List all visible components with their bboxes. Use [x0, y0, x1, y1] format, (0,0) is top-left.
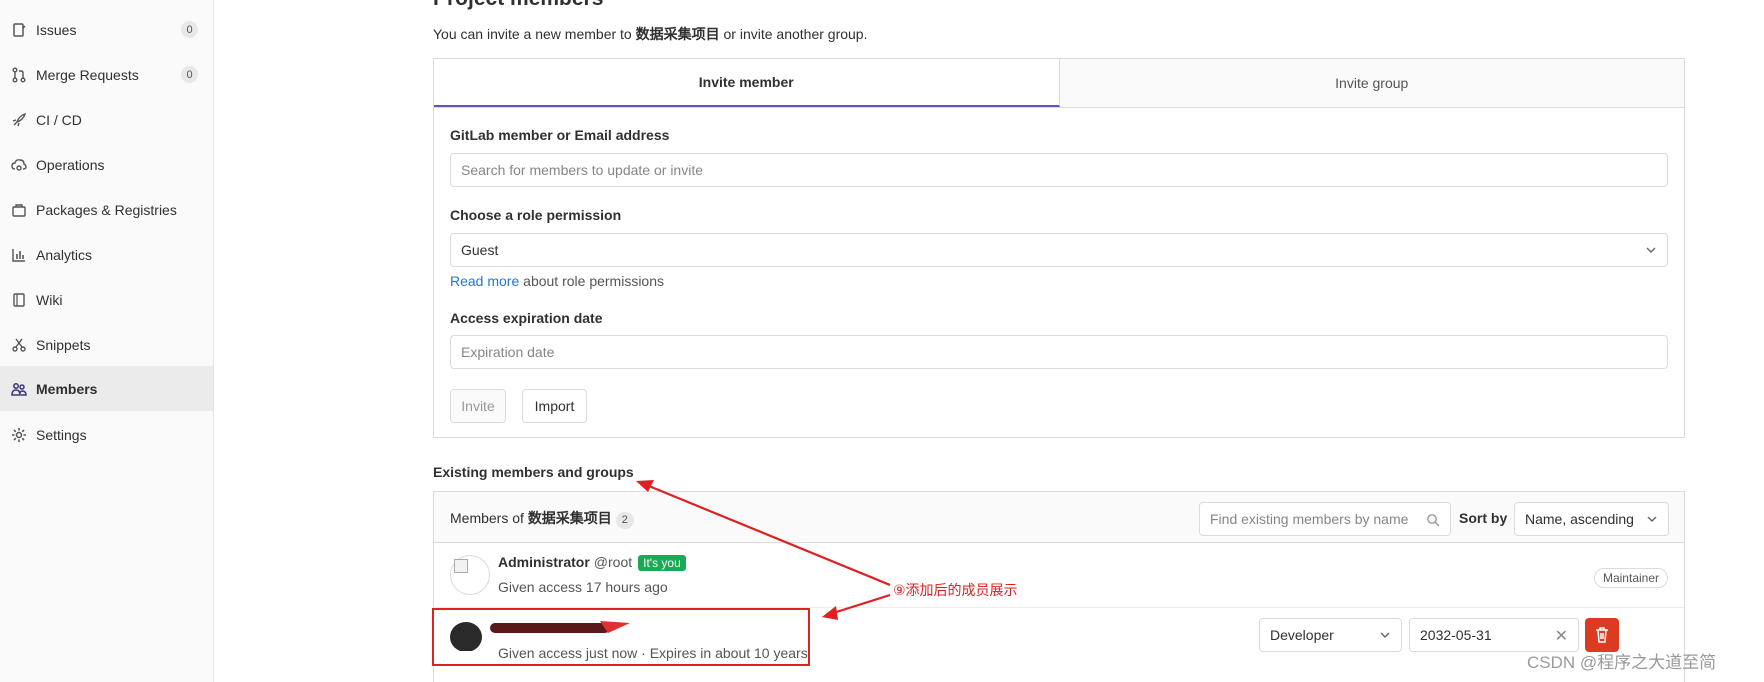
expiration-date-input[interactable]: Expiration date — [450, 335, 1668, 369]
rocket-icon — [11, 112, 27, 128]
search-icon — [1427, 514, 1440, 527]
invite-intro: You can invite a new member to 数据采集项目 or… — [433, 24, 867, 44]
sidebar-item-ci-cd[interactable]: CI / CD — [0, 97, 213, 142]
member-field-label: GitLab member or Email address — [450, 127, 670, 143]
sidebar-item-label: Wiki — [36, 291, 63, 308]
role-select[interactable]: Guest — [450, 233, 1668, 267]
members-of-project: 数据采集项目 — [527, 510, 612, 526]
sidebar-item-settings[interactable]: Settings — [0, 412, 213, 457]
member-handle: @root — [593, 554, 633, 570]
clear-icon[interactable]: ✕ — [1555, 626, 1568, 646]
sidebar-item-issues[interactable]: Issues 0 — [0, 7, 213, 52]
sidebar-item-label: Settings — [36, 426, 87, 443]
sidebar-item-members[interactable]: Members — [0, 366, 213, 411]
watermark: CSDN @程序之大道至简 — [1527, 653, 1717, 672]
remove-member-button[interactable] — [1585, 618, 1619, 652]
sidebar-item-label: Snippets — [36, 336, 91, 353]
member-name[interactable]: Administrator — [498, 554, 590, 570]
tab-invite-member[interactable]: Invite member — [434, 59, 1060, 107]
expiration-field-label: Access expiration date — [450, 310, 603, 326]
sort-by-label: Sort by — [1459, 510, 1508, 526]
sidebar-item-label: Members — [36, 380, 98, 397]
merge-requests-count-badge: 0 — [181, 66, 198, 83]
invite-tabs: Invite member Invite group — [434, 59, 1684, 108]
intro-suffix: or invite another group. — [719, 26, 868, 42]
sidebar-item-label: Issues — [36, 21, 77, 38]
import-button[interactable]: Import — [522, 389, 587, 423]
sidebar-item-label: Packages & Registries — [36, 201, 177, 218]
member-role-value: Developer — [1270, 627, 1334, 643]
issues-count-badge: 0 — [181, 21, 198, 38]
intro-prefix: You can invite a new member to — [433, 26, 636, 42]
chevron-down-icon — [1380, 632, 1390, 638]
gear-icon — [11, 427, 27, 443]
sort-select[interactable]: Name, ascending — [1514, 502, 1669, 536]
annotation-highlight-box — [432, 608, 810, 666]
sidebar-item-packages-registries[interactable]: Packages & Registries — [0, 187, 213, 232]
book-icon — [11, 292, 27, 308]
sidebar-item-operations[interactable]: Operations — [0, 142, 213, 187]
sidebar-item-wiki[interactable]: Wiki — [0, 277, 213, 322]
find-members-input[interactable]: Find existing members by name — [1199, 502, 1451, 536]
member-expiration-value: 2032-05-31 — [1420, 627, 1492, 643]
tab-invite-group[interactable]: Invite group — [1059, 59, 1684, 107]
member-name-line: Administrator @root It's you — [498, 554, 686, 571]
members-header: Members of 数据采集项目 2 Find existing members… — [434, 492, 1684, 543]
intro-project-name: 数据采集项目 — [635, 26, 720, 42]
cloud-gear-icon — [11, 157, 27, 173]
sidebar-item-label: CI / CD — [36, 111, 82, 128]
members-of-label: Members of 数据采集项目 2 — [450, 508, 634, 529]
read-more-suffix: about role permissions — [519, 273, 665, 289]
chevron-down-icon — [1646, 247, 1656, 253]
member-role-badge: Maintainer — [1593, 568, 1668, 588]
member-row: Administrator @root It's you Given access … — [434, 543, 1684, 608]
sort-select-value: Name, ascending — [1525, 511, 1634, 527]
its-you-badge: It's you — [638, 555, 686, 571]
invite-button[interactable]: Invite — [450, 389, 506, 423]
broken-image-icon — [454, 559, 468, 573]
role-select-value: Guest — [461, 242, 499, 258]
members-of-prefix: Members of — [450, 510, 528, 526]
scissors-icon — [11, 337, 27, 353]
annotation-text: ⑨添加后的成员展示 — [893, 582, 1018, 598]
sidebar-item-analytics[interactable]: Analytics — [0, 232, 213, 277]
trash-icon — [1596, 627, 1608, 643]
sidebar-item-merge-requests[interactable]: Merge Requests 0 — [0, 52, 213, 97]
sidebar-item-snippets[interactable]: Snippets — [0, 322, 213, 367]
member-expiration-input[interactable]: 2032-05-31 ✕ — [1409, 618, 1579, 652]
existing-members-title: Existing members and groups — [433, 464, 634, 480]
chart-icon — [11, 247, 27, 263]
read-more-link[interactable]: Read more — [450, 273, 519, 289]
package-icon — [11, 202, 27, 218]
avatar — [450, 555, 490, 595]
find-members-placeholder: Find existing members by name — [1210, 511, 1409, 527]
member-access-info: Given access 17 hours ago — [498, 579, 668, 595]
issues-icon — [11, 22, 27, 38]
member-search-input[interactable]: Search for members to update or invite — [450, 153, 1668, 187]
users-icon — [11, 381, 27, 397]
read-more-text: Read more about role permissions — [450, 273, 664, 289]
sidebar-item-label: Operations — [36, 156, 105, 173]
page-title: Project members — [433, 0, 603, 11]
sidebar-item-label: Merge Requests — [36, 66, 139, 83]
chevron-down-icon — [1647, 516, 1657, 522]
role-field-label: Choose a role permission — [450, 207, 622, 223]
invite-panel: Invite member Invite group GitLab member… — [433, 58, 1685, 438]
merge-request-icon — [11, 67, 27, 83]
project-sidebar: Issues 0 Merge Requests 0 CI / CD Operat… — [0, 0, 214, 682]
members-count-badge: 2 — [615, 512, 634, 529]
sidebar-item-label: Analytics — [36, 246, 93, 263]
member-role-select[interactable]: Developer — [1259, 618, 1402, 652]
